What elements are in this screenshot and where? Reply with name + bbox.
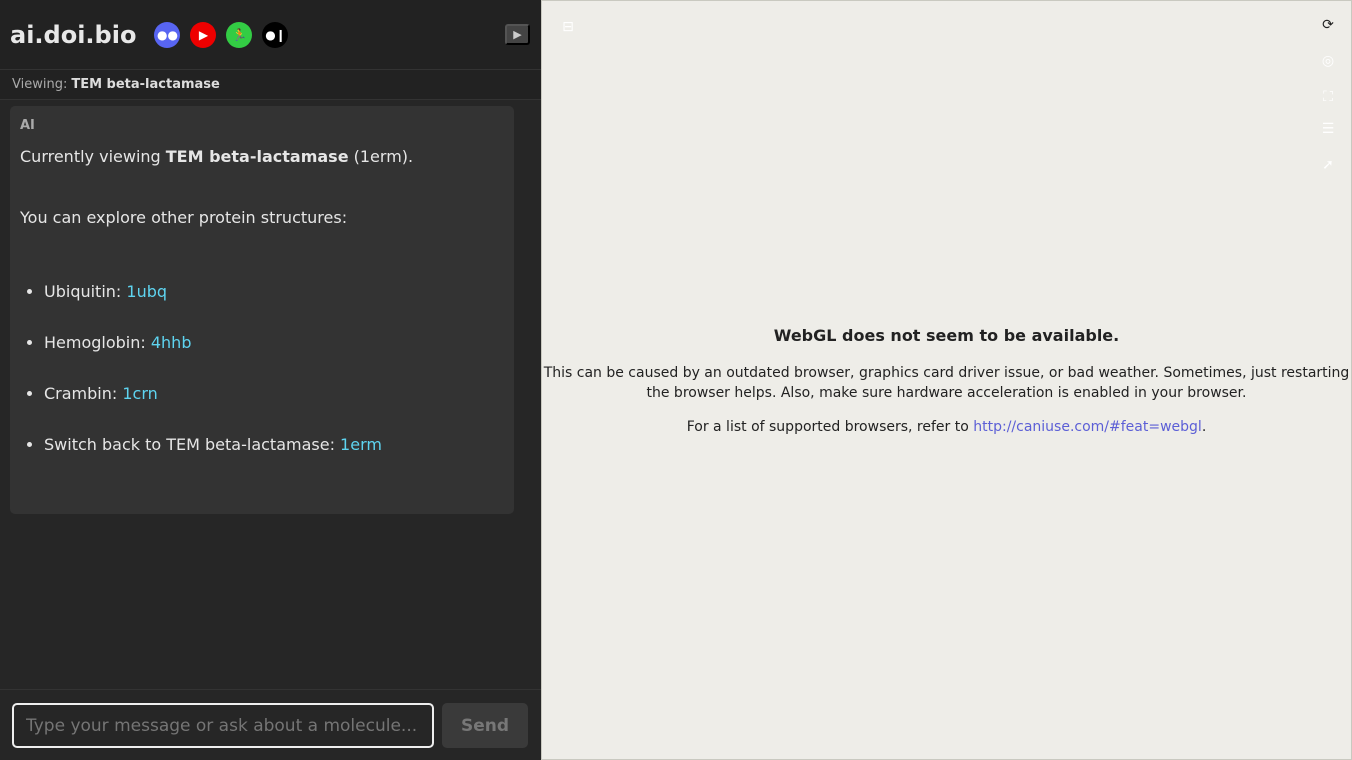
item-label: Switch back to TEM beta-lactamase: [44, 435, 341, 454]
message-input[interactable] [12, 703, 434, 748]
molecule-viewer: ⊟ ⟳ ◎ ⛶ ☰ ➚ WebGL does not seem to be av… [541, 0, 1352, 760]
text: . [1201, 419, 1207, 435]
list-item: Switch back to TEM beta-lactamase: 1erm [44, 435, 504, 454]
protein-name: TEM beta-lactamase [165, 147, 349, 166]
viewing-name: TEM beta-lactamase [71, 77, 220, 92]
refresh-icon[interactable]: ⟳ [1320, 17, 1336, 33]
medium-icon[interactable]: ●❙ [262, 21, 289, 48]
item-label: Hemoglobin: [44, 333, 151, 352]
site-title[interactable]: ai.doi.bio [10, 21, 136, 49]
protein-link[interactable]: 1crn [122, 384, 157, 403]
sliders-icon[interactable]: ☰ [1320, 121, 1336, 137]
list-item: Ubiquitin: 1ubq [44, 282, 504, 301]
input-bar: Send [0, 689, 541, 760]
item-label: Crambin: [44, 384, 123, 403]
screenshot-icon[interactable]: ⊟ [560, 19, 576, 35]
ai-message: AI Currently viewing TEM beta-lactamase … [10, 106, 514, 514]
error-title: WebGL does not seem to be available. [773, 326, 1120, 345]
webgl-error: WebGL does not seem to be available. Thi… [542, 326, 1351, 451]
protein-link[interactable]: 1erm [340, 435, 382, 454]
viewing-bar: Viewing: TEM beta-lactamase [0, 70, 541, 100]
protein-list: Ubiquitin: 1ubq Hemoglobin: 4hhb Crambin… [20, 282, 504, 454]
text: For a list of supported browsers, refer … [686, 419, 974, 435]
send-button[interactable]: Send [442, 703, 528, 748]
fullscreen-icon[interactable]: ⛶ [1320, 89, 1336, 105]
viewing-label: Viewing: [12, 77, 68, 92]
message-line1: Currently viewing TEM beta-lactamase (1e… [20, 147, 504, 166]
list-item: Crambin: 1crn [44, 384, 504, 403]
runner-icon[interactable]: 🏃 [226, 21, 253, 48]
text: (1erm). [348, 147, 414, 166]
toggle-panel-button[interactable]: ▶ [505, 24, 530, 45]
youtube-icon[interactable]: ▶ [190, 21, 217, 48]
discord-icon[interactable]: ●● [154, 21, 181, 48]
item-label: Ubiquitin: [44, 282, 127, 301]
protein-link[interactable]: 1ubq [126, 282, 167, 301]
caniuse-link[interactable]: http://caniuse.com/#feat=webgl [973, 419, 1202, 435]
protein-link[interactable]: 4hhb [151, 333, 192, 352]
list-item: Hemoglobin: 4hhb [44, 333, 504, 352]
chat-panel: ai.doi.bio ●● ▶ 🏃 ●❙ ▶ Viewing: TEM beta… [0, 0, 541, 760]
header: ai.doi.bio ●● ▶ 🏃 ●❙ ▶ [0, 0, 541, 70]
message-line2: You can explore other protein structures… [20, 208, 348, 227]
text: Currently viewing [20, 147, 166, 166]
error-description: This can be caused by an outdated browse… [543, 365, 1350, 401]
settings-icon[interactable]: ◎ [1320, 53, 1336, 69]
pointer-icon[interactable]: ➚ [1320, 157, 1336, 173]
error-help: For a list of supported browsers, refer … [542, 417, 1351, 437]
message-sender: AI [20, 118, 35, 133]
